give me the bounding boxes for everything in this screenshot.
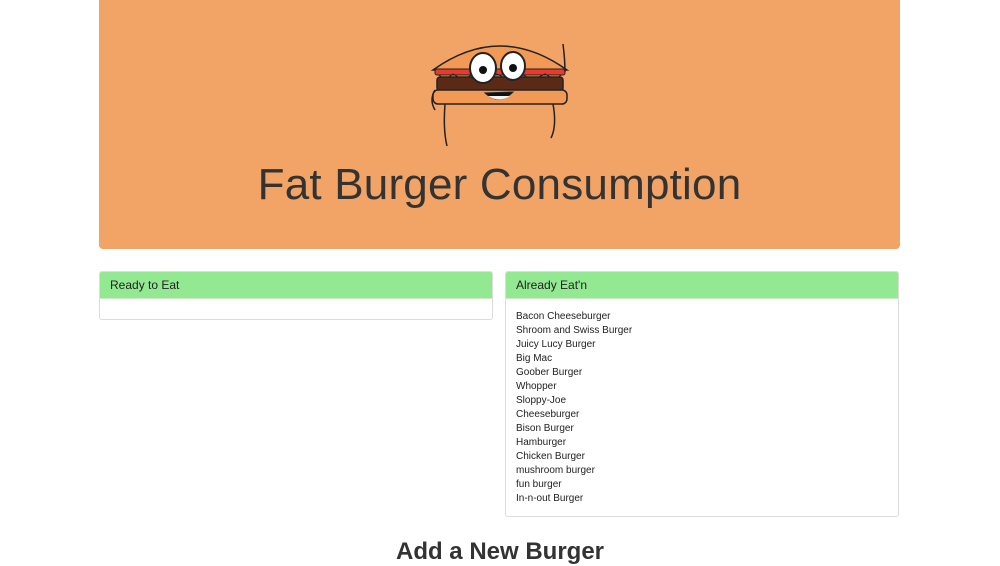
burger-mascot-icon — [430, 43, 570, 147]
burger-list-item: Sloppy-Joe — [516, 395, 567, 406]
page-title: Fat Burger Consumption — [257, 160, 742, 209]
burger-list-item: Cheeseburger — [516, 409, 580, 420]
ready-to-eat-panel: Ready to Eat — [99, 271, 493, 320]
burger-list-item: Bison Burger — [516, 423, 574, 434]
burger-list-item: fun burger — [516, 479, 562, 490]
burger-list-item: Hamburger — [516, 437, 567, 448]
burger-list-item: Chicken Burger — [516, 451, 585, 462]
ready-to-eat-heading: Ready to Eat — [100, 272, 492, 299]
burger-list-item: Shroom and Swiss Burger — [516, 325, 633, 336]
burger-list-item: Whopper — [516, 381, 557, 392]
already-eaten-body: Bacon Cheeseburger Shroom and Swiss Burge… — [506, 299, 898, 506]
eaten-burger-list: Bacon Cheeseburger Shroom and Swiss Burge… — [516, 310, 888, 506]
already-eaten-panel: Already Eat'n Bacon Cheeseburger Shroom a… — [505, 271, 899, 517]
already-eaten-heading: Already Eat'n — [506, 272, 898, 299]
burger-list-item: Bacon Cheeseburger — [516, 311, 611, 322]
burger-list-item: Goober Burger — [516, 367, 583, 378]
hero-banner: Fat Burger Consumption — [99, 0, 900, 249]
burger-list-item: Big Mac — [516, 353, 553, 364]
ready-to-eat-body — [100, 299, 492, 310]
burger-list-item: mushroom burger — [516, 465, 595, 476]
burger-list-item: Juicy Lucy Burger — [516, 339, 596, 350]
add-burger-heading: Add a New Burger — [395, 538, 605, 565]
burger-list-item: In-n-out Burger — [516, 493, 584, 504]
